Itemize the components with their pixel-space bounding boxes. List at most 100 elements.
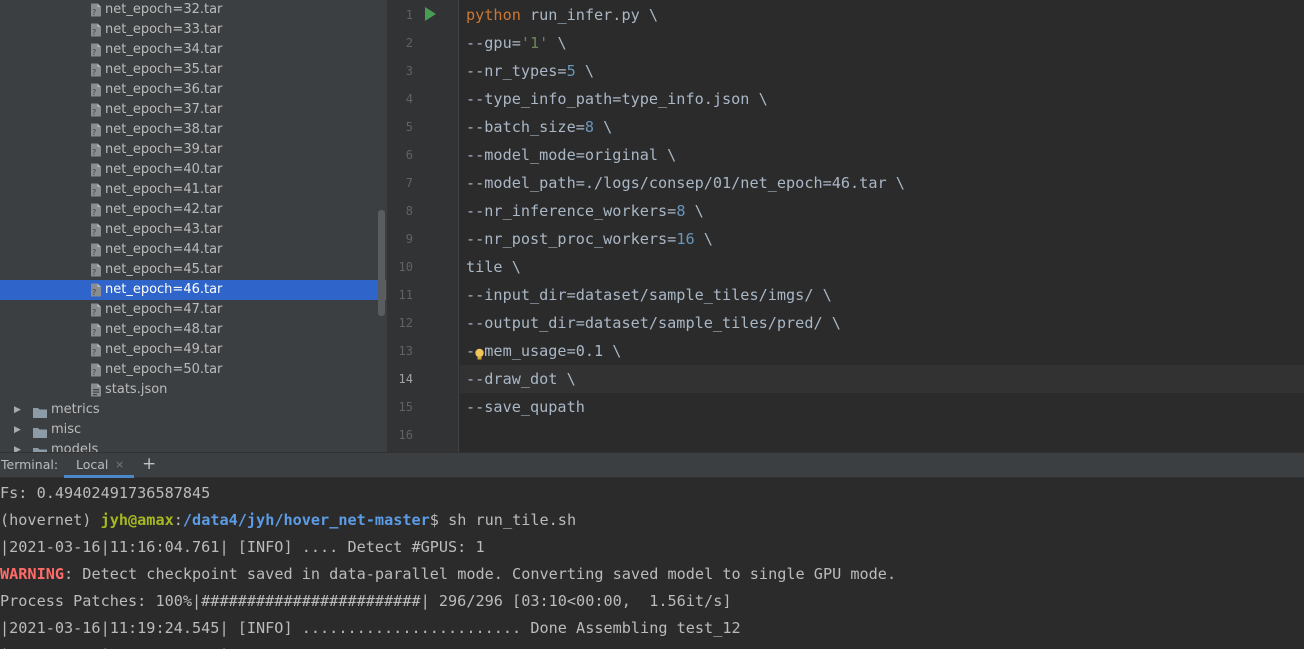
- tree-folder-models[interactable]: ▶ models: [0, 440, 386, 452]
- svg-text:?: ?: [92, 168, 96, 177]
- code-token: --save_qupath: [466, 398, 585, 416]
- code-token: --model_path=./logs/consep/01/net_epoch=…: [466, 174, 905, 192]
- tree-file-label: net_epoch=38.tar: [105, 122, 223, 137]
- code-line: --input_dir=dataset/sample_tiles/imgs/ \: [466, 281, 832, 309]
- file-icon: ?: [90, 183, 102, 197]
- tree-file-item[interactable]: ? net_epoch=35.tar: [0, 60, 386, 80]
- tree-file-item[interactable]: ? net_epoch=39.tar: [0, 140, 386, 160]
- svg-text:?: ?: [92, 248, 96, 257]
- chevron-right-icon[interactable]: ▶: [14, 420, 21, 440]
- tree-file-label: net_epoch=36.tar: [105, 82, 223, 97]
- line-number: 13: [398, 344, 413, 358]
- file-icon: ?: [90, 123, 102, 137]
- file-icon: ?: [90, 223, 102, 237]
- svg-text:?: ?: [92, 48, 96, 57]
- tree-file-item[interactable]: ? net_epoch=45.tar: [0, 260, 386, 280]
- terminal-title: Terminal:: [1, 457, 59, 472]
- folder-icon: [33, 445, 47, 452]
- tree-file-item[interactable]: ? net_epoch=37.tar: [0, 100, 386, 120]
- terminal-output[interactable]: Fs: 0.49402491736587845 (hovernet) jyh@a…: [0, 479, 1304, 649]
- line-number: 9: [405, 232, 413, 246]
- tree-file-item[interactable]: ? net_epoch=50.tar: [0, 360, 386, 380]
- tree-file-label: net_epoch=47.tar: [105, 302, 223, 317]
- code-token: run_infer.py \: [520, 6, 659, 24]
- current-line-highlight: [460, 365, 1304, 393]
- tree-file-label: net_epoch=35.tar: [105, 62, 223, 77]
- tree-file-item[interactable]: stats.json: [0, 380, 386, 400]
- folder-icon: [33, 405, 47, 418]
- svg-text:?: ?: [92, 308, 96, 317]
- tree-file-label: net_epoch=43.tar: [105, 222, 223, 237]
- code-line: --model_mode=original \: [466, 141, 676, 169]
- terminal-line: Fs: 0.49402491736587845: [0, 484, 211, 502]
- terminal-warning-line: WARNING: Detect checkpoint saved in data…: [0, 561, 896, 588]
- code-editor[interactable]: python run_infer.py \ --gpu='1' \ --nr_typ…: [460, 0, 1304, 452]
- tree-file-item[interactable]: ? net_epoch=46.tar: [0, 280, 386, 300]
- terminal-prompt-line: (hovernet) jyh@amax:/data4/jyh/hover_net…: [0, 507, 576, 534]
- code-token: \: [694, 230, 713, 248]
- file-icon: ?: [90, 83, 102, 97]
- file-icon: ?: [90, 163, 102, 177]
- tab-local[interactable]: Local ×: [64, 453, 134, 478]
- line-number: 3: [405, 64, 413, 78]
- file-icon: ?: [90, 283, 102, 297]
- file-icon: ?: [90, 343, 102, 357]
- svg-text:?: ?: [92, 208, 96, 217]
- svg-text:?: ?: [92, 8, 96, 17]
- tree-file-item[interactable]: ? net_epoch=49.tar: [0, 340, 386, 360]
- tree-file-item[interactable]: ? net_epoch=48.tar: [0, 320, 386, 340]
- file-icon: ?: [90, 143, 102, 157]
- chevron-right-icon[interactable]: ▶: [14, 440, 21, 452]
- tree-folder-label: models: [51, 442, 99, 452]
- tree-file-item[interactable]: ? net_epoch=32.tar: [0, 0, 386, 20]
- project-tree: ? net_epoch=32.tar? net_epoch=33.tar? net_e…: [0, 0, 387, 452]
- lightbulb-icon[interactable]: [474, 348, 485, 361]
- code-token: 16: [676, 230, 695, 248]
- chevron-right-icon[interactable]: ▶: [14, 400, 21, 420]
- line-number: 2: [405, 36, 413, 50]
- tree-file-item[interactable]: ? net_epoch=41.tar: [0, 180, 386, 200]
- line-number: 5: [405, 120, 413, 134]
- line-number: 1: [405, 8, 413, 22]
- code-token: --draw_dot \: [466, 370, 576, 388]
- code-token: '1': [520, 34, 549, 52]
- line-number: 14: [398, 372, 413, 386]
- tree-file-item[interactable]: ? net_epoch=38.tar: [0, 120, 386, 140]
- tree-file-item[interactable]: ? net_epoch=47.tar: [0, 300, 386, 320]
- folder-icon: [33, 425, 47, 438]
- code-line: python run_infer.py \: [466, 1, 658, 29]
- line-number: 8: [405, 204, 413, 218]
- tree-file-label: net_epoch=44.tar: [105, 242, 223, 257]
- tree-file-item[interactable]: ? net_epoch=36.tar: [0, 80, 386, 100]
- code-line: --save_qupath: [466, 393, 585, 421]
- code-token: --output_dir=dataset/sample_tiles/pred/ …: [466, 314, 841, 332]
- tree-file-item[interactable]: ? net_epoch=34.tar: [0, 40, 386, 60]
- line-number: 7: [405, 176, 413, 190]
- tree-file-item[interactable]: ? net_epoch=42.tar: [0, 200, 386, 220]
- code-line: --draw_dot \: [466, 365, 576, 393]
- tree-file-item[interactable]: ? net_epoch=33.tar: [0, 20, 386, 40]
- file-icon: ?: [90, 23, 102, 37]
- svg-text:?: ?: [92, 128, 96, 137]
- code-line: --nr_types=5 \: [466, 57, 594, 85]
- prompt-env: (hovernet): [0, 511, 101, 529]
- prompt-sep: :: [173, 511, 183, 529]
- tree-folder-misc[interactable]: ▶ misc: [0, 420, 386, 440]
- line-number: 6: [405, 148, 413, 162]
- file-icon: ?: [90, 3, 102, 17]
- tree-file-item[interactable]: ? net_epoch=44.tar: [0, 240, 386, 260]
- file-icon: ?: [90, 303, 102, 317]
- close-icon[interactable]: ×: [115, 453, 124, 477]
- terminal-line: |2021-03-16|11:16:04.761| [INFO] .... De…: [0, 538, 485, 556]
- warning-label: WARNING: [0, 565, 65, 583]
- tree-file-label: net_epoch=50.tar: [105, 362, 223, 377]
- add-terminal-icon[interactable]: +: [142, 453, 156, 475]
- tree-file-item[interactable]: ? net_epoch=40.tar: [0, 160, 386, 180]
- tree-scrollbar[interactable]: [378, 210, 385, 316]
- tree-file-item[interactable]: ? net_epoch=43.tar: [0, 220, 386, 240]
- svg-text:?: ?: [92, 268, 96, 277]
- tree-folder-metrics[interactable]: ▶ metrics: [0, 400, 386, 420]
- tree-file-label: net_epoch=46.tar: [105, 282, 223, 297]
- code-line: tile \: [466, 253, 521, 281]
- run-icon[interactable]: [425, 7, 436, 21]
